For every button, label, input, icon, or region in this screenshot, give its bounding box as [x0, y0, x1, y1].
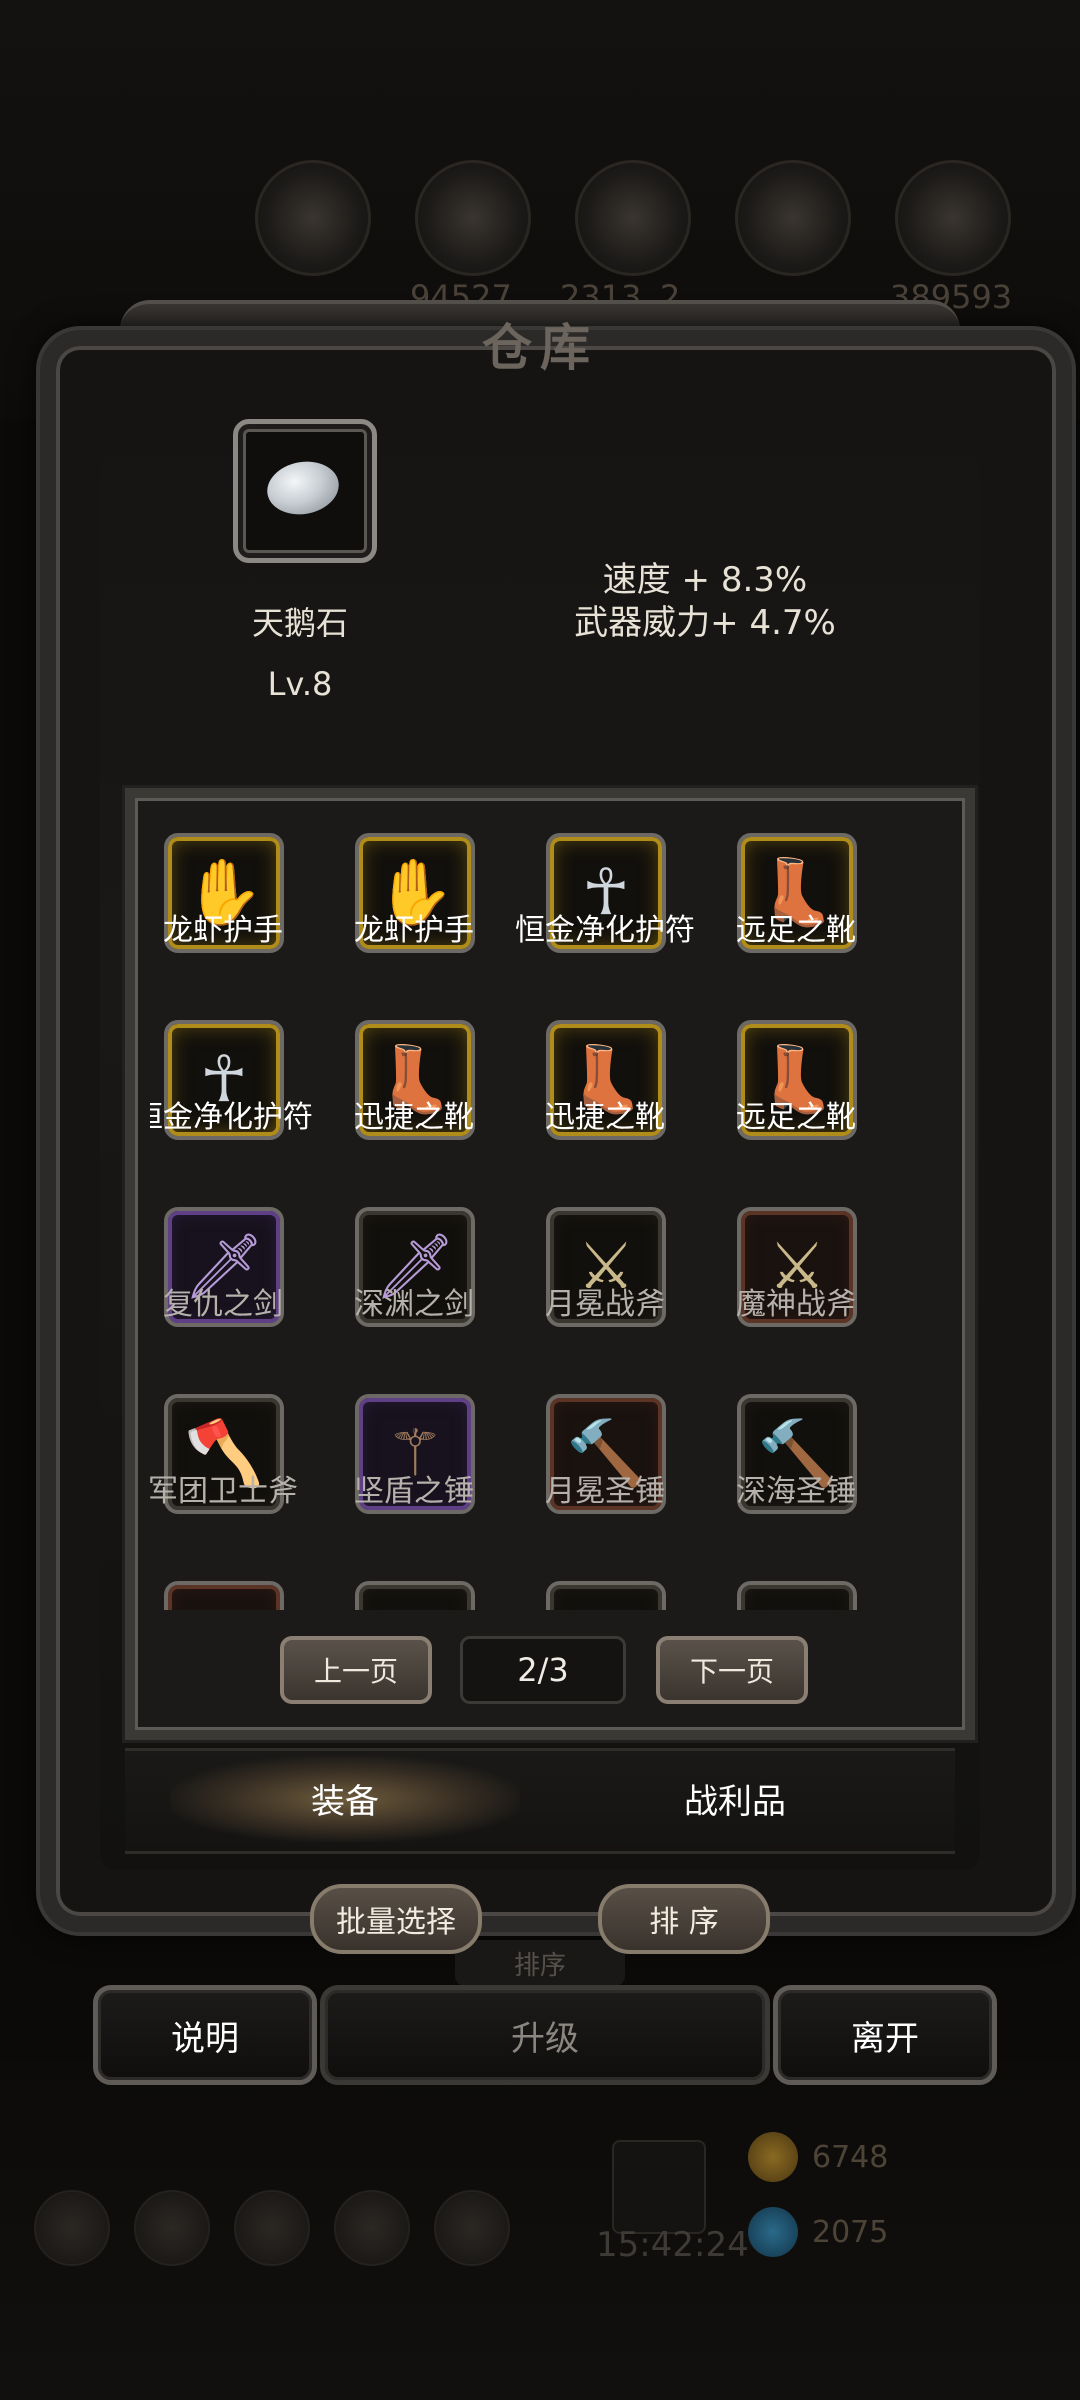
inventory-item-label: 深海圣锤: [736, 1474, 856, 1509]
inventory-item[interactable]: 🔨 月冕圣锤: [510, 1376, 700, 1564]
inventory-item[interactable]: 🪓 军团卫士斧: [150, 1376, 318, 1564]
inventory-item[interactable]: ⚔ 魔神战斧: [701, 1189, 891, 1377]
inventory-item-label: 军团卫士斧: [150, 1474, 298, 1509]
item-icon: ◆: [168, 1585, 280, 1610]
item-icon: ◆: [359, 1585, 471, 1610]
inventory-item-label: 坚盾之锤: [354, 1474, 474, 1509]
inventory-item[interactable]: ◆: [319, 1563, 509, 1610]
next-page-button[interactable]: 下一页: [656, 1636, 808, 1704]
prev-page-button[interactable]: 上一页: [280, 1636, 432, 1704]
inventory-item-label: 龙虾护手: [354, 913, 474, 948]
inventory-item[interactable]: ◆: [701, 1563, 891, 1610]
inventory-item-label: 迅捷之靴: [354, 1100, 474, 1135]
dialog-title: 仓库: [482, 318, 598, 377]
inventory-item[interactable]: 👢 迅捷之靴: [510, 1002, 700, 1190]
inventory-item[interactable]: ☥ 恒金净化护符: [150, 1002, 318, 1190]
inventory-item[interactable]: ◆: [150, 1563, 318, 1610]
bg-skill-icon: [255, 160, 371, 276]
inventory-item-label: 月冕圣锤: [545, 1474, 665, 1509]
bg-dock-icon: [134, 2190, 210, 2266]
item-icon: ◆: [741, 1585, 853, 1610]
inventory-item[interactable]: ◆: [510, 1563, 700, 1610]
help-button[interactable]: 说明: [93, 1985, 317, 2085]
inventory-item[interactable]: ☥ 恒金净化护符: [510, 815, 700, 1003]
selected-item-name: 天鹅石: [251, 604, 348, 642]
inventory-item-label: 月冕战斧: [545, 1287, 665, 1322]
gift-icon: [612, 2140, 706, 2234]
inventory-item-label: 深渊之剑: [354, 1287, 474, 1322]
inventory-item-label: 迅捷之靴: [545, 1100, 665, 1135]
item-icon: ◆: [550, 1585, 662, 1610]
inventory-item[interactable]: ⚔ 月冕战斧: [510, 1189, 700, 1377]
item-slot: ◆: [355, 1581, 475, 1610]
page-indicator: 2/3: [460, 1636, 626, 1704]
bg-dock-icon: [34, 2190, 110, 2266]
inventory-item[interactable]: 👢 远足之靴: [701, 1002, 891, 1190]
tab-loot[interactable]: 战利品: [560, 1748, 910, 1848]
selected-item-stat: 武器威力+ 4.7%: [574, 603, 836, 643]
item-slot: ◆: [546, 1581, 666, 1610]
bg-resource-gold: 6748: [812, 2140, 889, 2175]
item-slot: ◆: [737, 1581, 857, 1610]
bg-skill-icon: [575, 160, 691, 276]
leave-button[interactable]: 离开: [773, 1985, 997, 2085]
sort-button[interactable]: 排 序: [598, 1884, 770, 1954]
bg-dock-icon: [234, 2190, 310, 2266]
inventory-item-label: 复仇之剑: [163, 1287, 283, 1322]
upgrade-button[interactable]: 升级: [320, 1985, 770, 2085]
batch-select-button[interactable]: 批量选择: [310, 1884, 482, 1954]
bg-skill-icon: [895, 160, 1011, 276]
inventory-item-label: 恒金净化护符: [150, 1100, 313, 1135]
inventory-item-label: 龙虾护手: [163, 913, 283, 948]
tab-equipment[interactable]: 装备: [170, 1748, 520, 1848]
inventory-item-label: 恒金净化护符: [515, 913, 695, 948]
bg-resource-gem: 2075: [812, 2215, 889, 2250]
inventory-item[interactable]: ✋ 龙虾护手: [319, 815, 509, 1003]
bg-skill-icon: [735, 160, 851, 276]
inventory-grid[interactable]: ✋ 龙虾护手 ✋ 龙虾护手 ☥ 恒金净化护符 👢 远足之靴 ☥ 恒金净化护符 👢 迅捷之靴 👢 迅捷之靴 👢…: [150, 815, 935, 1610]
item-slot: ◆: [164, 1581, 284, 1610]
bg-dock-icon: [334, 2190, 410, 2266]
inventory-item[interactable]: ⚚ 坚盾之锤: [319, 1376, 509, 1564]
selected-item-level: Lv.8: [267, 665, 333, 703]
selected-item-stat: 速度 + 8.3%: [602, 560, 808, 600]
inventory-item[interactable]: 🗡 复仇之剑: [150, 1189, 318, 1377]
gold-coin-icon: [748, 2132, 798, 2182]
inventory-item[interactable]: 🔨 深海圣锤: [701, 1376, 891, 1564]
inventory-item[interactable]: ✋ 龙虾护手: [150, 815, 318, 1003]
inventory-item[interactable]: 🗡 深渊之剑: [319, 1189, 509, 1377]
inventory-item-label: 远足之靴: [736, 913, 856, 948]
sort-shadow-label: 排序: [455, 1940, 625, 1986]
inventory-item-label: 魔神战斧: [736, 1287, 856, 1322]
bg-clock: 15:42:24: [596, 2225, 749, 2265]
inventory-item-label: 远足之靴: [736, 1100, 856, 1135]
inventory-item[interactable]: 👢 远足之靴: [701, 815, 891, 1003]
bg-skill-icon: [415, 160, 531, 276]
inventory-item[interactable]: 👢 迅捷之靴: [319, 1002, 509, 1190]
bg-dock-icon: [434, 2190, 510, 2266]
blue-gem-icon: [748, 2207, 798, 2257]
